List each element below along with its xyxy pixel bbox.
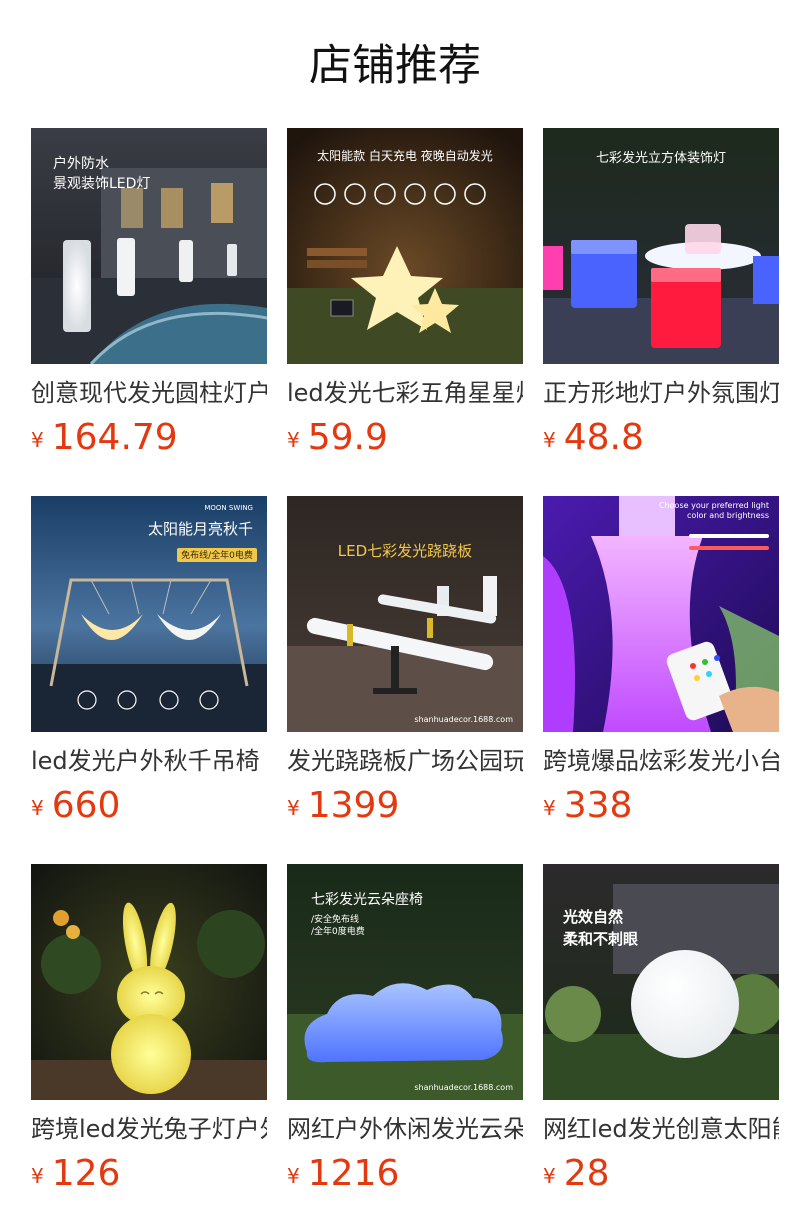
currency-symbol: ¥: [543, 796, 556, 820]
product-image[interactable]: 户外防水 景观装饰LED灯: [31, 128, 267, 364]
product-image[interactable]: [31, 864, 267, 1100]
glowing-cloud-seat-image: 七彩发光云朵座椅 /安全免布线 /全年0度电费 shanhuadecor.168…: [287, 864, 523, 1100]
product-price: ¥59.9: [287, 414, 523, 462]
product-card[interactable]: 户外防水 景观装饰LED灯 创意现代发光圆柱灯户外 ¥164.79: [31, 128, 267, 458]
product-card[interactable]: 七彩发光云朵座椅 /安全免布线 /全年0度电费 shanhuadecor.168…: [287, 864, 523, 1194]
product-price: ¥28: [543, 1150, 779, 1198]
moon-swing-image: MOON SWING 太阳能月亮秋千 免布线/全年0电费: [31, 496, 267, 732]
product-price: ¥126: [31, 1150, 267, 1198]
product-image[interactable]: MOON SWING 太阳能月亮秋千 免布线/全年0电费: [31, 496, 267, 732]
currency-symbol: ¥: [31, 428, 44, 452]
product-price: ¥164.79: [31, 414, 267, 462]
image-caption: 免布线/全年0电费: [181, 549, 253, 561]
image-caption: 柔和不刺眼: [563, 930, 638, 948]
image-caption: /全年0度电费: [311, 925, 365, 937]
price-amount: 28: [563, 1153, 610, 1194]
glowing-star-lamp-image: 太阳能款 白天充电 夜晚自动发光: [287, 128, 523, 364]
product-image[interactable]: 太阳能款 白天充电 夜晚自动发光: [287, 128, 523, 364]
product-card[interactable]: LED七彩发光跷跷板 shanhuadecor.1688.com 发光跷跷板广场…: [287, 496, 523, 826]
image-caption: 七彩发光立方体装饰灯: [596, 150, 726, 166]
image-caption: Choose your preferred light: [659, 501, 769, 510]
image-caption: 七彩发光云朵座椅: [311, 892, 423, 908]
product-name[interactable]: led发光户外秋千吊椅: [31, 744, 267, 778]
image-caption: color and brightness: [687, 511, 769, 520]
price-amount: 48.8: [563, 417, 644, 458]
image-caption: 太阳能月亮秋千: [148, 520, 253, 538]
currency-symbol: ¥: [31, 796, 44, 820]
image-caption: shanhuadecor.1688.com: [414, 1083, 513, 1092]
image-caption: MOON SWING: [204, 504, 253, 512]
price-amount: 126: [51, 1153, 121, 1194]
product-name[interactable]: 网红led发光创意太阳能球: [543, 1112, 779, 1146]
section-title: 店铺推荐: [309, 41, 481, 91]
product-price: ¥338: [543, 782, 779, 830]
glowing-cylinder-lamp-image: 户外防水 景观装饰LED灯: [31, 128, 267, 364]
product-image[interactable]: 光效自然 柔和不刺眼: [543, 864, 779, 1100]
product-card[interactable]: 七彩发光立方体装饰灯 正方形地灯户外氛围灯 ¥48.8: [543, 128, 779, 458]
glowing-cube-lamp-image: 七彩发光立方体装饰灯: [543, 128, 779, 364]
price-amount: 660: [51, 785, 121, 826]
price-amount: 164.79: [51, 417, 178, 458]
product-card[interactable]: 太阳能款 白天充电 夜晚自动发光 led发光七彩五角星星灯 ¥59.9: [287, 128, 523, 458]
product-price: ¥1399: [287, 782, 523, 830]
price-amount: 59.9: [307, 417, 388, 458]
currency-symbol: ¥: [543, 1164, 556, 1188]
product-name[interactable]: 发光跷跷板广场公园玩具: [287, 744, 523, 778]
product-name[interactable]: 跨境led发光兔子灯户外: [31, 1112, 267, 1146]
product-name[interactable]: 正方形地灯户外氛围灯: [543, 376, 779, 410]
image-caption: shanhuadecor.1688.com: [414, 715, 513, 724]
glowing-rabbit-lamp-image: [31, 864, 267, 1100]
product-price: ¥1216: [287, 1150, 523, 1198]
product-name[interactable]: 跨境爆品炫彩发光小台灯: [543, 744, 779, 778]
currency-symbol: ¥: [287, 428, 300, 452]
product-name[interactable]: 网红户外休闲发光云朵座椅: [287, 1112, 523, 1146]
image-caption: 户外防水: [53, 155, 109, 172]
image-caption: 光效自然: [562, 908, 623, 926]
image-caption: 太阳能款 白天充电 夜晚自动发光: [317, 148, 493, 163]
currency-symbol: ¥: [31, 1164, 44, 1188]
product-image[interactable]: 七彩发光立方体装饰灯: [543, 128, 779, 364]
currency-symbol: ¥: [287, 796, 300, 820]
product-image[interactable]: Choose your preferred light color and br…: [543, 496, 779, 732]
product-price: ¥660: [31, 782, 267, 830]
product-name[interactable]: led发光七彩五角星星灯: [287, 376, 523, 410]
product-price: ¥48.8: [543, 414, 779, 462]
currency-symbol: ¥: [287, 1164, 300, 1188]
product-card[interactable]: 跨境led发光兔子灯户外 ¥126: [31, 864, 267, 1194]
currency-symbol: ¥: [543, 428, 556, 452]
product-image[interactable]: 七彩发光云朵座椅 /安全免布线 /全年0度电费 shanhuadecor.168…: [287, 864, 523, 1100]
glowing-vase-remote-image: Choose your preferred light color and br…: [543, 496, 779, 732]
product-card[interactable]: MOON SWING 太阳能月亮秋千 免布线/全年0电费 led发光户外秋千吊椅…: [31, 496, 267, 826]
image-caption: LED七彩发光跷跷板: [338, 542, 472, 560]
product-card[interactable]: Choose your preferred light color and br…: [543, 496, 779, 826]
glowing-ball-lamp-image: 光效自然 柔和不刺眼: [543, 864, 779, 1100]
image-caption: /安全免布线: [311, 913, 359, 925]
price-amount: 338: [563, 785, 633, 826]
image-caption: 景观装饰LED灯: [53, 176, 150, 192]
price-amount: 1216: [307, 1153, 400, 1194]
product-image[interactable]: LED七彩发光跷跷板 shanhuadecor.1688.com: [287, 496, 523, 732]
price-amount: 1399: [307, 785, 400, 826]
glowing-seesaw-image: LED七彩发光跷跷板 shanhuadecor.1688.com: [287, 496, 523, 732]
product-name[interactable]: 创意现代发光圆柱灯户外: [31, 376, 267, 410]
product-card[interactable]: 光效自然 柔和不刺眼 网红led发光创意太阳能球 ¥28: [543, 864, 779, 1194]
